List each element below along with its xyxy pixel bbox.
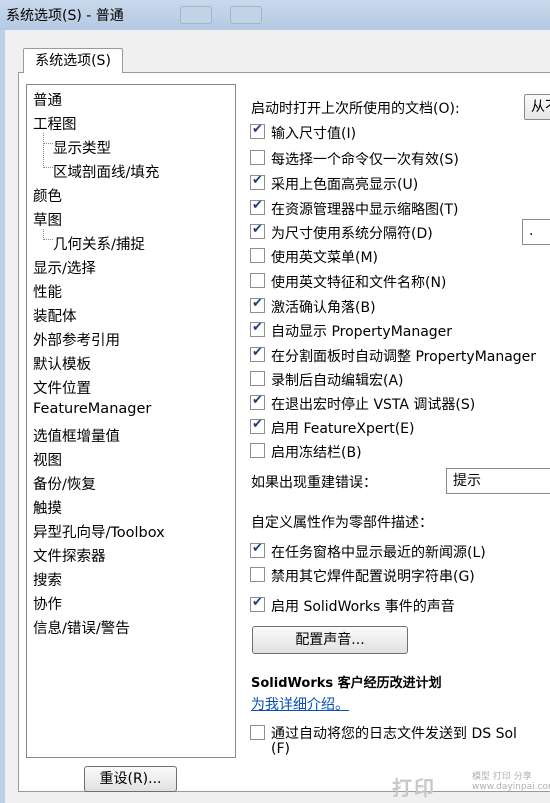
startup-open-value: 从不 (531, 99, 550, 115)
nav-item-display-selection[interactable]: 显示/选择 (33, 257, 96, 278)
reset-button[interactable]: 重设(R)... (84, 766, 177, 792)
decimal-separator-value: . (529, 223, 534, 239)
nav-item-general[interactable]: 普通 (33, 89, 62, 110)
checkbox-enable-event-sounds[interactable] (250, 595, 265, 612)
checkbox-label: 启用 SolidWorks 事件的声音 (271, 599, 455, 615)
checkbox-label: 激活确认角落(B) (271, 300, 376, 316)
nav-item-display-style[interactable]: 显示类型 (53, 137, 111, 158)
nav-item-view[interactable]: 视图 (33, 449, 62, 470)
checkbox-system-separator[interactable] (250, 222, 265, 239)
title-bar: 系统选项(S) - 普通 (0, 0, 550, 31)
checkbox-input-dimension-value[interactable] (250, 122, 265, 139)
nav-item-assemblies[interactable]: 装配体 (33, 305, 77, 326)
nav-item-search[interactable]: 搜索 (33, 569, 62, 590)
checkbox-auto-size-propertymanager[interactable] (250, 345, 265, 362)
checkbox-label: 使用英文菜单(M) (271, 250, 379, 266)
nav-item-sketch[interactable]: 草图 (33, 209, 62, 230)
checkbox-shaded-face-highlighting[interactable] (250, 173, 265, 190)
checkbox-label: 录制后自动编辑宏(A) (271, 373, 404, 389)
checkbox-label: 自动显示 PropertyManager (271, 324, 453, 340)
nav-item-spin-box-increments[interactable]: 选值框增量值 (33, 425, 120, 446)
nav-item-colors[interactable]: 颜色 (33, 185, 62, 206)
checkbox-label: 为尺寸使用系统分隔符(D) (271, 226, 433, 242)
watermark-text: 打印 (392, 776, 436, 800)
nav-item-collaboration[interactable]: 协作 (33, 593, 62, 614)
checkbox-label: 采用上色面高亮显示(U) (271, 177, 419, 193)
checkbox-show-thumbnails[interactable] (250, 198, 265, 215)
checkbox-label: 使用英文特征和文件名称(N) (271, 275, 447, 291)
checkbox-label: 每选择一个命令仅一次有效(S) (271, 152, 459, 168)
nav-item-messages-errors-warnings[interactable]: 信息/错误/警告 (33, 617, 130, 638)
checkbox-auto-show-propertymanager[interactable] (250, 320, 265, 337)
window-title: 系统选项(S) - 普通 (6, 8, 124, 24)
checkbox-label: 启用 FeatureXpert(E) (271, 421, 415, 437)
cep-heading: SolidWorks 客户经历改进计划 (251, 676, 442, 691)
checkbox-english-menus[interactable] (250, 248, 265, 263)
startup-open-dropdown[interactable]: 从不 (524, 94, 550, 120)
nav-item-performance[interactable]: 性能 (33, 281, 62, 302)
tab-system-options[interactable]: 系统选项(S) (23, 48, 123, 73)
nav-item-file-explorer[interactable]: 文件探索器 (33, 545, 106, 566)
tree-connector (43, 229, 53, 240)
configure-sounds-button[interactable]: 配置声音... (252, 626, 408, 654)
checkbox-label-shortcut: (F) (271, 741, 290, 757)
nav-item-featuremanager[interactable]: FeatureManager (33, 401, 151, 417)
checkbox-label: 在分割面板时自动调整 PropertyManager (271, 349, 537, 365)
checkbox-label: 在资源管理器中显示缩略图(T) (271, 202, 459, 218)
nav-item-drawings[interactable]: 工程图 (33, 113, 77, 134)
tree-connector (43, 133, 53, 144)
startup-open-label: 启动时打开上次所使用的文档(O): (251, 101, 460, 117)
nav-item-backup-recover[interactable]: 备份/恢复 (33, 473, 96, 494)
checkbox-confirmation-corner[interactable] (250, 296, 265, 313)
nav-item-hole-wizard-toolbox[interactable]: 异型孔向导/Toolbox (33, 521, 165, 542)
nav-item-file-locations[interactable]: 文件位置 (33, 377, 91, 398)
cep-learn-more-link[interactable]: 为我详细介绍。 (251, 694, 349, 714)
checkbox-auto-edit-macro[interactable] (250, 371, 265, 386)
checkbox-stop-vsta-debugger[interactable] (250, 393, 265, 410)
checkbox-english-feature-names[interactable] (250, 273, 265, 288)
checkbox-label: 禁用其它焊件配置说明字符串(G) (271, 569, 475, 585)
site-watermark: 打印 模型 打印 分享 www.dayinpai.com (392, 772, 550, 801)
nav-item-area-hatch[interactable]: 区域剖面线/填充 (53, 161, 159, 182)
nav-item-touch[interactable]: 触摸 (33, 497, 62, 518)
checkbox-label: 输入尺寸值(I) (271, 126, 357, 142)
tree-connector (43, 145, 53, 168)
nav-item-default-templates[interactable]: 默认模板 (33, 353, 91, 374)
options-tree[interactable]: 普通 工程图 显示类型 区域剖面线/填充 颜色 草图 几何关系/捕捉 显示/选择… (26, 84, 236, 758)
checkbox-label: 在任务窗格中显示最近的新闻源(L) (271, 545, 486, 561)
rebuild-error-label: 如果出现重建错误： (251, 475, 377, 491)
checkbox-disable-weldment-strings[interactable] (250, 567, 265, 582)
rebuild-error-value: 提示 (453, 473, 481, 489)
rebuild-error-dropdown[interactable]: 提示 (446, 468, 550, 494)
checkbox-show-latest-news[interactable] (250, 541, 265, 558)
titlebar-ghost-control (180, 6, 212, 24)
checkbox-enable-freeze-bar[interactable] (250, 443, 265, 458)
checkbox-label: 启用冻结栏(B) (271, 445, 362, 461)
decimal-separator-field[interactable]: . (522, 219, 550, 245)
checkbox-send-log-files[interactable] (250, 725, 265, 740)
titlebar-ghost-control (230, 6, 262, 24)
nav-item-external-references[interactable]: 外部参考引用 (33, 329, 120, 350)
checkbox-label: 通过自动将您的日志文件发送到 DS Sol (271, 726, 517, 742)
checkbox-enable-featurexpert[interactable] (250, 417, 265, 434)
checkbox-single-command-per-pick[interactable] (250, 150, 265, 165)
watermark-subtext: 模型 打印 分享 www.dayinpai.com (472, 772, 550, 792)
nav-item-relations-snaps[interactable]: 几何关系/捕捉 (53, 233, 145, 254)
custom-property-label: 自定义属性作为零部件描述： (251, 515, 433, 531)
checkbox-label: 在退出宏时停止 VSTA 调试器(S) (271, 397, 476, 413)
